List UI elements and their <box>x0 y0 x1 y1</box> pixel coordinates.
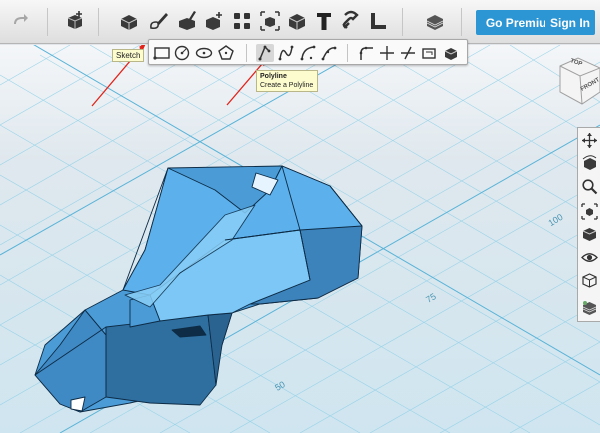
3d-viewport[interactable]: 100 75 50 <box>0 45 600 433</box>
trim-icon[interactable] <box>378 44 396 62</box>
toolbar-divider <box>98 8 99 36</box>
main-toolbar: Go Premium Sign In <box>0 0 600 44</box>
three-point-arc-icon[interactable] <box>320 44 338 62</box>
navigation-bar <box>577 127 600 322</box>
measure-icon[interactable] <box>367 10 389 32</box>
modify-icon[interactable] <box>203 10 225 32</box>
view-cube[interactable]: TOP FRONT <box>556 52 600 110</box>
toolbar-divider <box>402 8 403 36</box>
two-point-arc-icon[interactable] <box>299 44 317 62</box>
orbit-icon[interactable] <box>581 155 598 172</box>
sketch-submenu <box>148 39 468 65</box>
sketch-icon[interactable] <box>147 10 169 32</box>
polyline-icon[interactable] <box>256 44 274 62</box>
material-view-icon[interactable] <box>581 300 598 317</box>
view-mode-icon[interactable] <box>581 226 598 243</box>
fillet-icon[interactable] <box>357 44 375 62</box>
text-icon[interactable] <box>313 10 335 32</box>
visibility-icon[interactable] <box>581 249 598 266</box>
construct-icon[interactable] <box>176 10 198 32</box>
pan-icon[interactable] <box>581 132 598 149</box>
snap-icon[interactable] <box>340 10 362 32</box>
sketch-tooltip: Sketch <box>112 49 145 62</box>
material-icon[interactable] <box>424 10 446 32</box>
fit-icon[interactable] <box>581 203 598 220</box>
circle-icon[interactable] <box>173 44 191 62</box>
toolbar-divider <box>47 8 48 36</box>
polyline-tooltip-title: Polyline <box>260 73 287 80</box>
toolbar-divider <box>461 8 462 36</box>
project-icon[interactable] <box>442 44 460 62</box>
primitive-box-icon[interactable] <box>118 10 140 32</box>
rectangle-icon[interactable] <box>153 44 171 62</box>
extend-icon[interactable] <box>399 44 417 62</box>
combine-icon[interactable] <box>286 10 308 32</box>
pattern-icon[interactable] <box>231 10 253 32</box>
submenu-divider <box>246 44 247 62</box>
primitives-icon[interactable] <box>64 10 86 32</box>
render-mode-icon[interactable] <box>581 272 598 289</box>
spline-icon[interactable] <box>277 44 295 62</box>
redo-icon[interactable] <box>12 12 30 30</box>
submenu-divider <box>347 44 348 62</box>
grouping-icon[interactable] <box>259 10 281 32</box>
sign-in-button[interactable]: Sign In <box>545 10 595 35</box>
zoom-icon[interactable] <box>581 178 598 195</box>
polyline-tooltip: Polyline Create a Polyline <box>256 70 318 92</box>
annotation-arrows <box>91 45 269 107</box>
polygon-icon[interactable] <box>217 44 235 62</box>
polyline-tooltip-description: Create a Polyline <box>260 82 314 89</box>
offset-icon[interactable] <box>420 44 438 62</box>
ellipse-icon[interactable] <box>195 44 213 62</box>
